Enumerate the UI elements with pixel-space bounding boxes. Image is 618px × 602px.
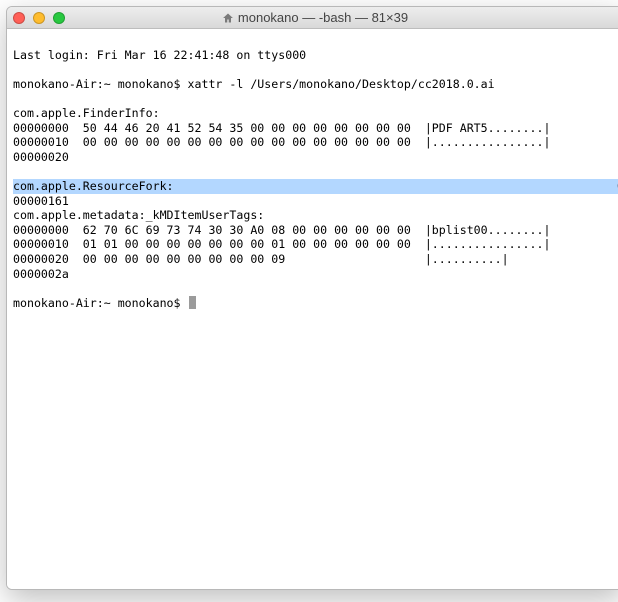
output-line: com.apple.metadata:_kMDItemUserTags: <box>13 208 617 223</box>
window-controls <box>13 12 65 24</box>
home-icon <box>222 12 234 24</box>
terminal-window: monokano — -bash — 81×39 Last login: Fri… <box>6 6 618 590</box>
window-title-text: monokano — -bash — 81×39 <box>238 10 408 25</box>
window-title: monokano — -bash — 81×39 <box>7 10 618 25</box>
prompt-line: monokano-Air:~ monokano$ xattr -l /Users… <box>13 77 617 92</box>
output-line: 0000002a <box>13 267 617 282</box>
output-line: com.apple.FinderInfo: <box>13 106 617 121</box>
login-line: Last login: Fri Mar 16 22:41:48 on ttys0… <box>13 48 617 63</box>
terminal-content[interactable]: Last login: Fri Mar 16 22:41:48 on ttys0… <box>7 29 618 589</box>
output-line: 00000010 01 01 00 00 00 00 00 00 00 01 0… <box>13 237 617 252</box>
output-line: 00000161 <box>13 194 617 209</box>
titlebar[interactable]: monokano — -bash — 81×39 <box>7 7 618 29</box>
cursor <box>189 296 196 310</box>
output-line: 00000010 00 00 00 00 00 00 00 00 00 00 0… <box>13 135 617 150</box>
close-icon[interactable] <box>13 12 25 24</box>
output-line: 00000020 <box>13 150 617 165</box>
prompt-text: monokano-Air:~ monokano$ <box>13 296 188 311</box>
output-line: 00000000 50 44 46 20 41 52 54 35 00 00 0… <box>13 121 617 136</box>
output-line: 00000000 62 70 6C 69 73 74 30 30 A0 08 0… <box>13 223 617 238</box>
output-line: 00000020 00 00 00 00 00 00 00 00 00 09 |… <box>13 252 617 267</box>
zoom-icon[interactable] <box>53 12 65 24</box>
output-line: com.apple.ResourceFork: <box>13 179 617 194</box>
minimize-icon[interactable] <box>33 12 45 24</box>
prompt-line-2: monokano-Air:~ monokano$ <box>13 296 617 311</box>
